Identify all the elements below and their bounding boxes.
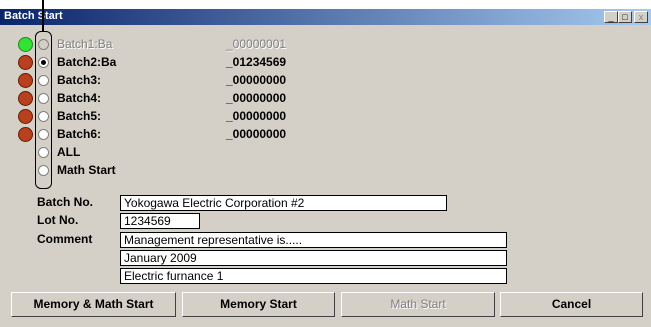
memory-start-button[interactable]: Memory Start <box>182 292 335 317</box>
cancel-button[interactable]: Cancel <box>500 292 643 317</box>
comment-line-3-input[interactable]: Electric furnance 1 <box>120 268 507 284</box>
batch5-label: Batch5: <box>57 109 102 123</box>
batch4-label: Batch4: <box>57 91 102 105</box>
status-lamp-icon <box>18 73 33 88</box>
batch4-number: _00000000 <box>226 91 287 105</box>
batch6-label: Batch6: <box>57 127 102 141</box>
status-lamp-icon <box>18 91 33 106</box>
status-lamp-icon <box>18 55 33 70</box>
batch3-label: Batch3: <box>57 73 102 87</box>
close-button[interactable]: x <box>634 11 648 23</box>
math-start-button[interactable]: Math Start <box>341 292 495 317</box>
window-title: Batch Start <box>4 10 63 22</box>
status-lamp-icon <box>18 109 33 124</box>
callout-pointer-line <box>42 0 44 32</box>
memory-math-start-button[interactable]: Memory & Math Start <box>11 292 176 317</box>
batch1-number: _00000001 <box>226 37 287 51</box>
batch6-number: _00000000 <box>226 127 287 141</box>
comment-label: Comment <box>37 232 93 246</box>
status-lamp-icon <box>18 37 33 52</box>
batch-no-label: Batch No. <box>37 195 94 209</box>
title-bar[interactable]: Batch Start _ □ x <box>0 9 651 25</box>
batch-start-dialog: Batch Start _ □ x Batch1:Ba _00000001 Ba… <box>0 9 651 327</box>
batch2-label: Batch2:Ba <box>57 55 117 69</box>
comment-line-1-input[interactable]: Management representative is..... <box>120 232 507 248</box>
comment-line-2-input[interactable]: January 2009 <box>120 250 507 266</box>
batch2-number: _01234569 <box>226 55 287 69</box>
batch3-number: _00000000 <box>226 73 287 87</box>
lot-no-label: Lot No. <box>37 213 79 227</box>
batch1-label: Batch1:Ba <box>57 37 113 51</box>
callout-bracket <box>35 31 52 189</box>
status-lamp-icon <box>18 127 33 142</box>
batch-no-input[interactable]: Yokogawa Electric Corporation #2 <box>120 195 447 211</box>
lot-no-input[interactable]: 1234569 <box>120 213 200 229</box>
all-label: ALL <box>57 145 81 159</box>
window-controls: _ □ x <box>604 11 648 23</box>
batch5-number: _00000000 <box>226 109 287 123</box>
minimize-button[interactable]: _ <box>604 11 618 23</box>
maximize-button[interactable]: □ <box>618 11 632 23</box>
math-start-label: Math Start <box>57 163 116 177</box>
